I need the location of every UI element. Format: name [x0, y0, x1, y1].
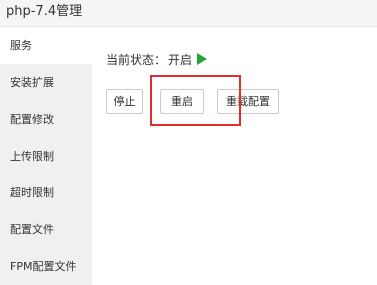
title-bar: php-7.4管理	[0, 0, 377, 27]
status-line: 当前状态： 开启	[106, 52, 208, 68]
play-icon	[197, 53, 208, 65]
sidebar-item-config-edit[interactable]: 配置修改	[0, 101, 92, 138]
sidebar-item-install-extension[interactable]: 安装扩展	[0, 64, 92, 101]
service-panel: 当前状态： 开启 停止 重启 重载配置	[92, 27, 377, 285]
sidebar-item-timeout-limit[interactable]: 超时限制	[0, 174, 92, 211]
sidebar: 服务 安装扩展 配置修改 上传限制 超时限制 配置文件 FPM配置文件	[0, 27, 92, 285]
php-manager-window: php-7.4管理 服务 安装扩展 配置修改 上传限制 超时限制 配置文件 FP…	[0, 0, 377, 285]
stop-button[interactable]: 停止	[106, 89, 143, 114]
window-title: php-7.4管理	[6, 4, 83, 19]
status-label: 当前状态：	[106, 53, 167, 67]
sidebar-item-config-file[interactable]: 配置文件	[0, 211, 92, 248]
status-value: 开启	[168, 53, 193, 67]
restart-highlight-box	[150, 75, 241, 126]
sidebar-item-service[interactable]: 服务	[0, 27, 92, 64]
sidebar-item-upload-limit[interactable]: 上传限制	[0, 138, 92, 175]
sidebar-item-fpm-config-file[interactable]: FPM配置文件	[0, 248, 92, 285]
